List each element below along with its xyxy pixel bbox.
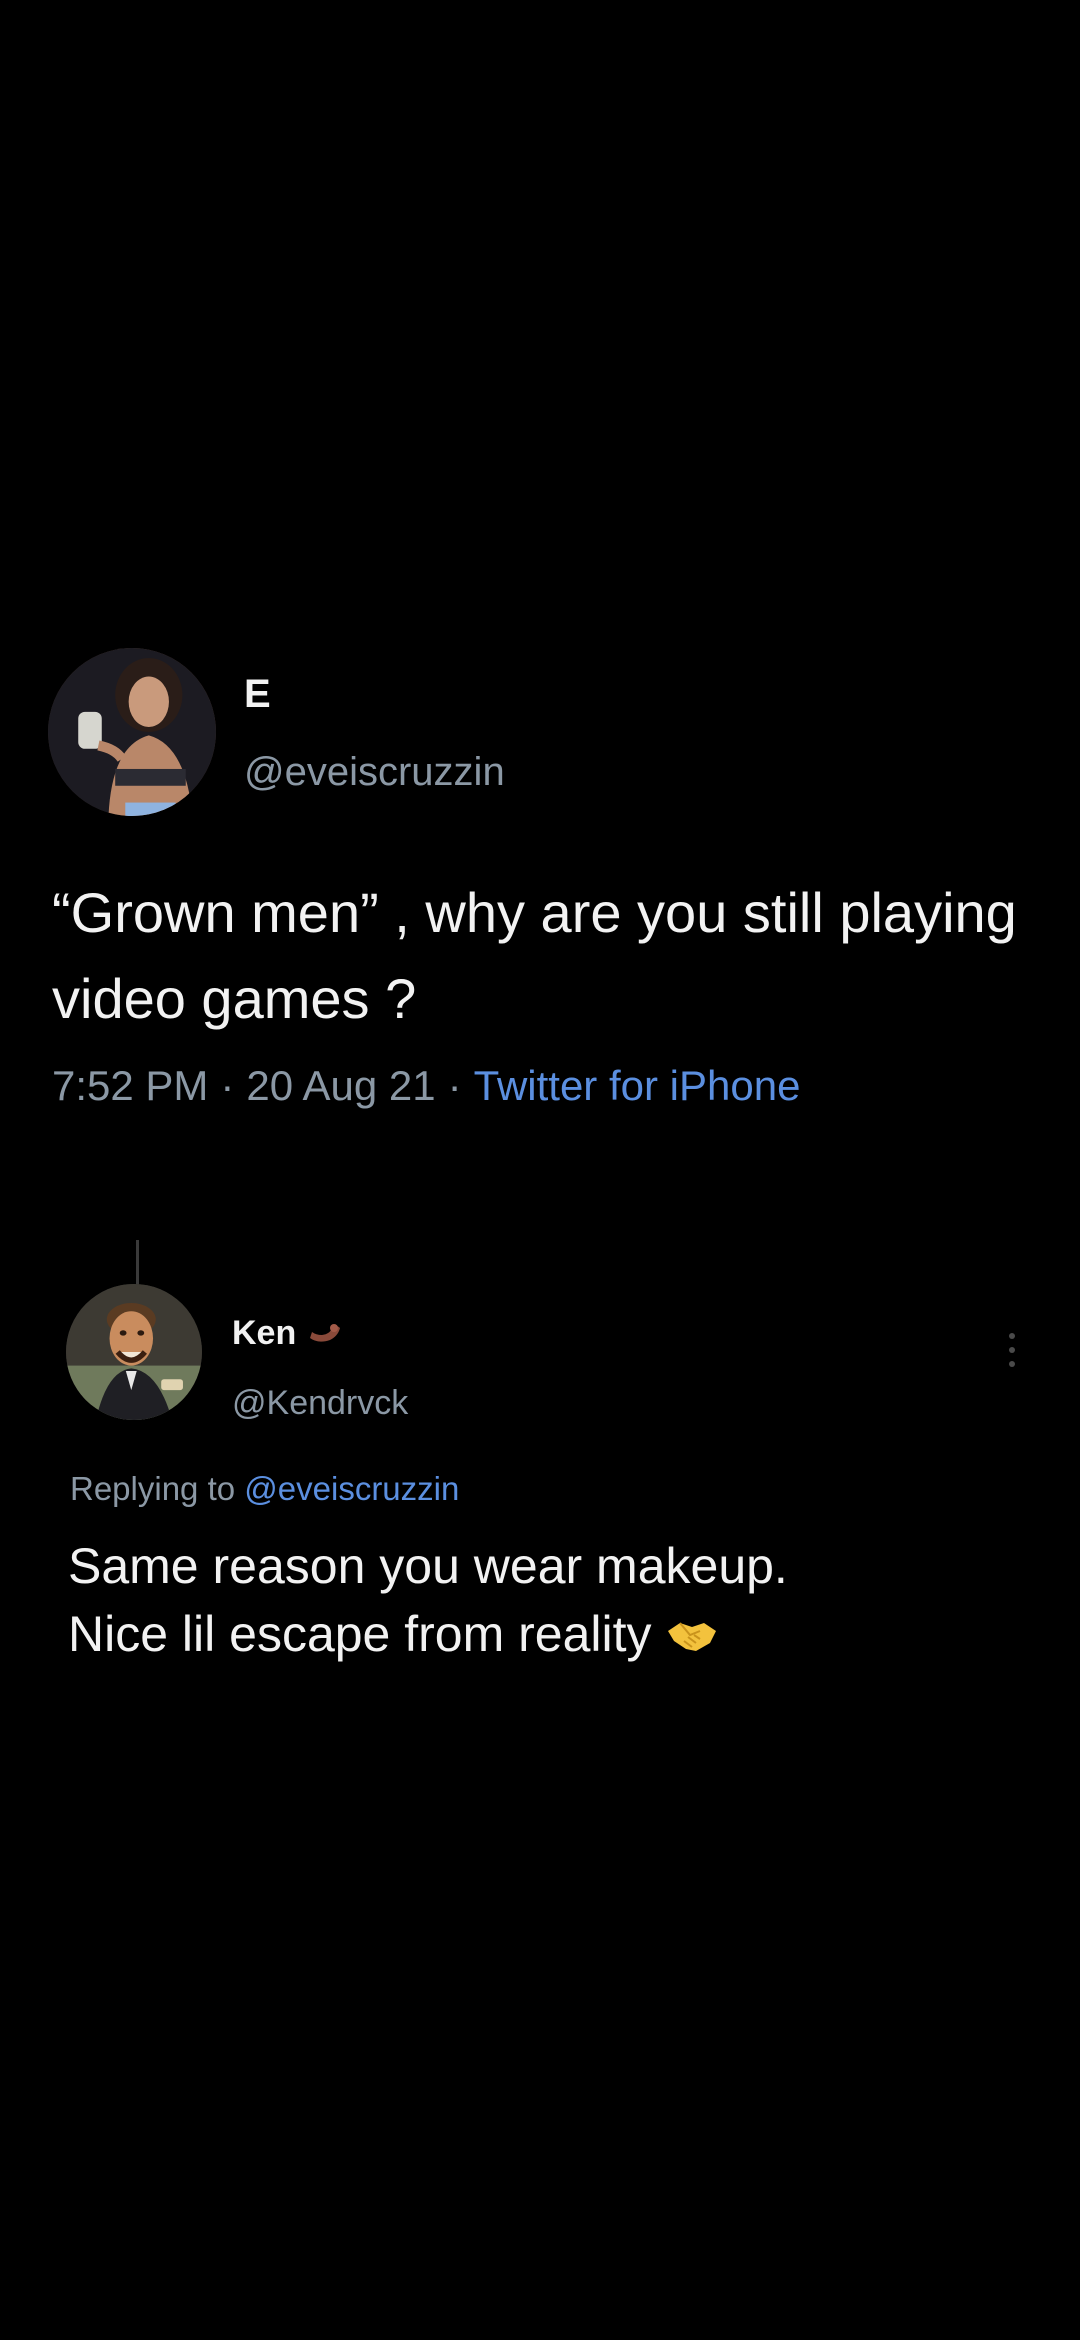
vertical-ellipsis-icon[interactable] (1002, 1326, 1022, 1374)
reply-tweet-avatar[interactable] (66, 1284, 202, 1420)
original-tweet-meta: 7:52 PM · 20 Aug 21 · Twitter for iPhone (52, 1062, 800, 1110)
profile-photo-icon (48, 648, 216, 816)
reply-tweet-name-row: Ken (232, 1314, 342, 1353)
original-tweet-avatar[interactable] (48, 648, 216, 816)
reply-text-line: Same reason you wear makeup. (68, 1538, 788, 1594)
flexed-arm-icon (310, 1324, 341, 1342)
replying-to-mention-link[interactable]: @eveiscruzzin (244, 1470, 459, 1507)
handshake-icon (667, 1622, 716, 1651)
replying-to: Replying to @eveiscruzzin (70, 1470, 459, 1508)
tweet-time: 7:52 PM (52, 1062, 209, 1109)
original-tweet-display-name[interactable]: E (244, 672, 271, 717)
reply-text-line: Nice lil escape from reality (68, 1600, 1028, 1668)
meta-separator: · (447, 1062, 462, 1109)
original-tweet-handle[interactable]: @eveiscruzzin (244, 750, 505, 795)
tweet-date: 20 Aug 21 (246, 1062, 436, 1109)
reply-text-line-content: Nice lil escape from reality (68, 1606, 652, 1662)
original-tweet-text: “Grown men” , why are you still playing … (52, 881, 1017, 1030)
tweet-source-link[interactable]: Twitter for iPhone (474, 1062, 801, 1109)
reply-tweet-display-name[interactable]: Ken (232, 1314, 296, 1352)
profile-photo-icon (66, 1284, 202, 1420)
thread-connector (136, 1240, 139, 1288)
reply-tweet-text: Same reason you wear makeup. Nice lil es… (68, 1532, 1028, 1668)
reply-tweet-handle[interactable]: @Kendrvck (232, 1384, 408, 1423)
meta-separator: · (220, 1062, 235, 1109)
replying-to-label: Replying to (70, 1470, 236, 1507)
